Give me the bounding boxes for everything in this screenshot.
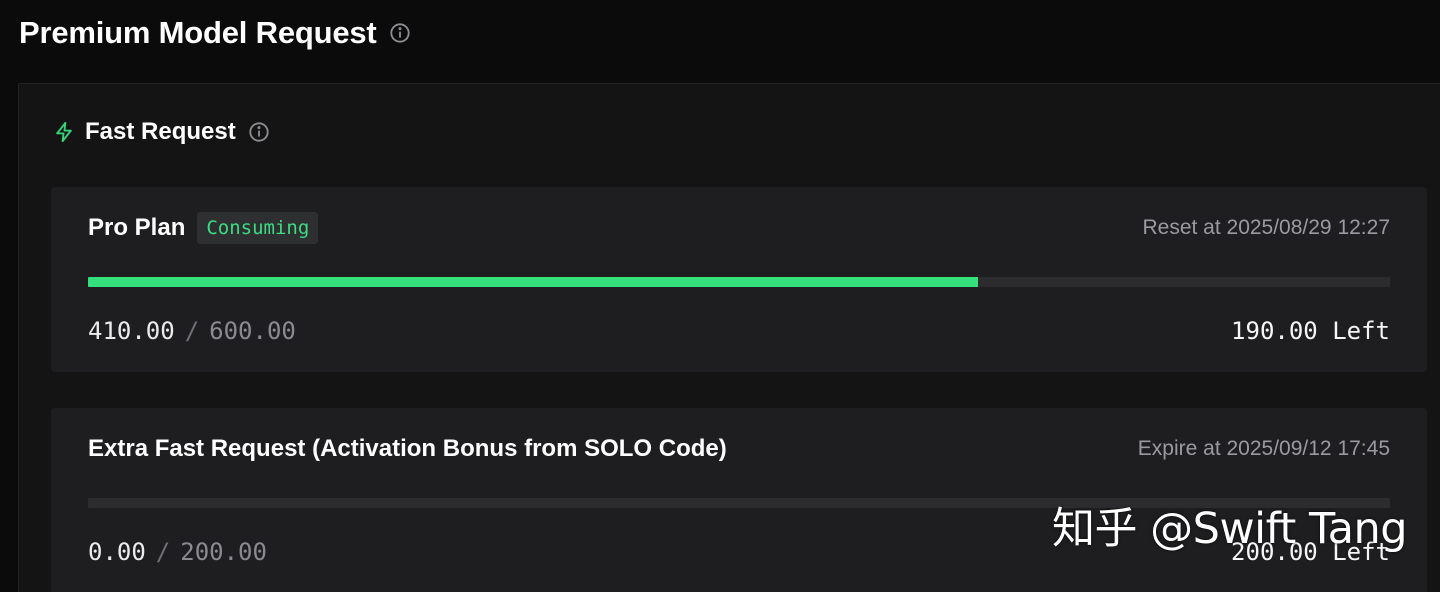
- info-icon[interactable]: [248, 121, 270, 143]
- fast-request-panel: Fast Request Pro Plan Consuming Reset at…: [18, 83, 1440, 592]
- card-footer: 0.00 / 200.00 200.00 Left: [88, 534, 1390, 570]
- usage-separator: /: [184, 317, 200, 345]
- usage-amount: 410.00 / 600.00: [88, 317, 296, 345]
- expire-date: Expire at 2025/09/12 17:45: [1137, 437, 1390, 460]
- card-title: Pro Plan: [88, 214, 186, 241]
- remaining-amount: 200.00 Left: [1231, 538, 1390, 566]
- total-amount: 200.00: [180, 538, 267, 566]
- lightning-bolt-icon: [53, 120, 75, 144]
- card-title-group: Pro Plan Consuming: [88, 212, 319, 244]
- fast-request-title: Fast Request: [85, 118, 236, 145]
- used-amount: 0.00: [88, 538, 146, 566]
- card-title-group: Extra Fast Request (Activation Bonus fro…: [88, 435, 727, 463]
- page-header: Premium Model Request: [19, 12, 411, 54]
- usage-amount: 0.00 / 200.00: [88, 538, 267, 566]
- reset-date: Reset at 2025/08/29 12:27: [1142, 216, 1390, 239]
- fast-request-header: Fast Request: [53, 116, 270, 148]
- card-title: Extra Fast Request (Activation Bonus fro…: [88, 435, 727, 462]
- card-header: Pro Plan Consuming Reset at 2025/08/29 1…: [88, 211, 1390, 245]
- used-amount: 410.00: [88, 317, 175, 345]
- remaining-amount: 190.00 Left: [1231, 317, 1390, 345]
- status-badge: Consuming: [197, 212, 319, 244]
- page-title: Premium Model Request: [19, 15, 377, 50]
- pro-plan-card: Pro Plan Consuming Reset at 2025/08/29 1…: [51, 187, 1427, 372]
- page: Premium Model Request Fast Request Pro P…: [0, 0, 1440, 592]
- progress-fill: [88, 277, 978, 287]
- usage-separator: /: [155, 538, 171, 566]
- info-icon[interactable]: [389, 22, 411, 44]
- total-amount: 600.00: [209, 317, 296, 345]
- progress-track: [88, 498, 1390, 508]
- card-header: Extra Fast Request (Activation Bonus fro…: [88, 432, 1390, 466]
- card-footer: 410.00 / 600.00 190.00 Left: [88, 313, 1390, 349]
- progress-track: [88, 277, 1390, 287]
- extra-fast-request-card: Extra Fast Request (Activation Bonus fro…: [51, 408, 1427, 592]
